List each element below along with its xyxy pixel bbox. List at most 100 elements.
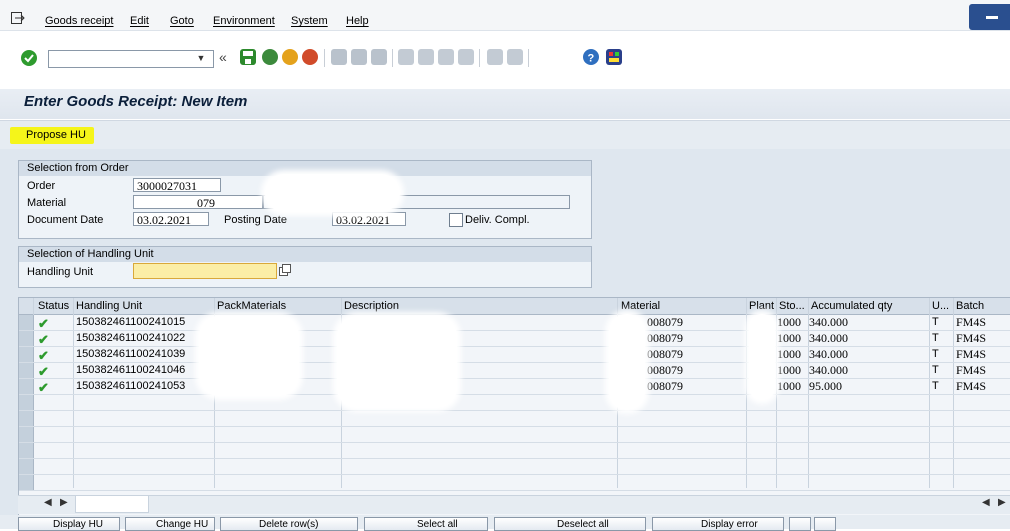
material-label: Material: [27, 197, 67, 209]
horizontal-scrollbar[interactable]: [18, 495, 1010, 514]
menu-edit[interactable]: Edit: [130, 15, 149, 27]
table-row[interactable]: ✔ 150382461100241015 008079 1000 340.000…: [19, 315, 1010, 331]
redacted-area: [749, 314, 775, 400]
menu-system[interactable]: System: [291, 15, 328, 27]
hu-cell: 150382461100241046: [76, 364, 186, 376]
row-selector[interactable]: [19, 459, 34, 474]
shortcut-icon[interactable]: [507, 49, 523, 65]
plant-cell: 1000: [777, 331, 801, 345]
collapse-command-icon[interactable]: «: [219, 49, 227, 65]
hu-cell: 150382461100241039: [76, 348, 186, 360]
redacted-area: [609, 314, 645, 410]
customize-layout-icon[interactable]: [606, 49, 622, 65]
new-session-icon[interactable]: [487, 49, 503, 65]
material-field[interactable]: 079: [133, 195, 263, 210]
material-cell: 008079: [647, 331, 683, 345]
command-field[interactable]: [48, 50, 214, 68]
last-page-icon[interactable]: [458, 49, 474, 65]
empty-row: [19, 459, 1010, 475]
row-selector[interactable]: [19, 395, 34, 410]
table-header: Status Handling Unit PackMaterials Descr…: [19, 298, 1010, 315]
deliv-compl-checkbox[interactable]: [449, 213, 463, 227]
save-icon[interactable]: [240, 49, 256, 65]
qty-cell: 340.000: [809, 315, 848, 329]
table-row[interactable]: ✔ 150382461100241022 008079 1000 340.000…: [19, 331, 1010, 347]
next-page-icon[interactable]: [438, 49, 454, 65]
scroll-left-icon[interactable]: ◀: [982, 497, 990, 508]
document-date-field[interactable]: 03.02.2021: [133, 212, 209, 227]
col-unit[interactable]: U...: [932, 300, 949, 312]
minimize-button[interactable]: [969, 4, 1010, 30]
scroll-right-icon[interactable]: ▶: [60, 497, 68, 508]
col-accumulated-qty[interactable]: Accumulated qty: [811, 300, 892, 312]
row-selector[interactable]: [19, 443, 34, 458]
scroll-thumb[interactable]: [75, 495, 149, 513]
enter-check-icon[interactable]: [21, 50, 37, 66]
find-next-icon[interactable]: [371, 49, 387, 65]
propose-hu-button[interactable]: Propose HU: [10, 127, 94, 144]
svg-text:?: ?: [588, 53, 595, 65]
first-page-icon[interactable]: [398, 49, 414, 65]
page-title: Enter Goods Receipt: New Item: [24, 93, 248, 110]
menu-goto[interactable]: Goto: [170, 15, 194, 27]
qty-cell: 340.000: [809, 363, 848, 377]
col-material[interactable]: Material: [621, 300, 660, 312]
batch-cell: FM4S: [956, 331, 987, 345]
print-icon[interactable]: [331, 49, 347, 65]
redacted-area: [265, 174, 400, 212]
row-selector[interactable]: [19, 363, 34, 378]
cancel-icon[interactable]: [302, 49, 318, 65]
row-selector[interactable]: [19, 315, 34, 330]
unit-cell: T: [932, 380, 939, 392]
multiple-selection-icon[interactable]: [279, 264, 292, 277]
scroll-left-icon[interactable]: ◀: [44, 497, 52, 508]
posting-date-field[interactable]: 03.02.2021: [332, 212, 406, 227]
menu-environment[interactable]: Environment: [213, 15, 275, 27]
batch-cell: FM4S: [956, 347, 987, 361]
table-row[interactable]: ✔ 150382461100241053 008079 1000 95.000 …: [19, 379, 1010, 395]
col-description[interactable]: Description: [344, 300, 399, 312]
row-selector[interactable]: [19, 475, 34, 490]
empty-row: [19, 411, 1010, 427]
order-label: Order: [27, 180, 56, 192]
command-dropdown-icon[interactable]: ▼: [192, 51, 210, 66]
plant-cell: 1000: [777, 363, 801, 377]
row-selector[interactable]: [19, 427, 34, 442]
material-value: 079: [197, 196, 215, 210]
row-selector[interactable]: [19, 379, 34, 394]
help-icon[interactable]: ?: [583, 49, 599, 65]
back-icon[interactable]: [262, 49, 278, 65]
toolbar-separator: [479, 49, 480, 67]
minimize-icon: [986, 16, 998, 19]
row-selector[interactable]: [19, 347, 34, 362]
row-selector[interactable]: [19, 411, 34, 426]
handling-unit-field[interactable]: [133, 263, 277, 279]
find-icon[interactable]: [351, 49, 367, 65]
col-handling-unit[interactable]: Handling Unit: [76, 300, 142, 312]
scroll-right-icon[interactable]: ▶: [998, 497, 1006, 508]
batch-cell: FM4S: [956, 379, 987, 393]
col-batch[interactable]: Batch: [956, 300, 984, 312]
material-cell: 008079: [647, 379, 683, 393]
menu-goods-receipt[interactable]: Goods receipt: [45, 15, 113, 27]
redacted-area: [199, 316, 299, 396]
handling-unit-label: Handling Unit: [27, 266, 94, 278]
order-field[interactable]: 3000027031: [133, 178, 221, 193]
status-ok-icon: ✔: [38, 332, 49, 347]
col-storage[interactable]: Sto...: [779, 300, 805, 312]
table-row[interactable]: ✔ 150382461100241046 008079 1000 340.000…: [19, 363, 1010, 379]
col-packmaterials[interactable]: PackMaterials: [217, 300, 286, 312]
empty-row: [19, 443, 1010, 459]
status-ok-icon: ✔: [38, 380, 49, 395]
exit-icon[interactable]: [282, 49, 298, 65]
exit-app-icon[interactable]: [11, 12, 25, 24]
col-status[interactable]: Status: [38, 300, 69, 312]
col-plant[interactable]: Plant: [749, 300, 774, 312]
table-row[interactable]: ✔ 150382461100241039 008079 1000 340.000…: [19, 347, 1010, 363]
menu-help[interactable]: Help: [346, 15, 369, 27]
hu-table: Status Handling Unit PackMaterials Descr…: [18, 297, 1010, 517]
row-selector[interactable]: [19, 331, 34, 346]
plant-cell: 1000: [777, 379, 801, 393]
previous-page-icon[interactable]: [418, 49, 434, 65]
empty-row: [19, 427, 1010, 443]
